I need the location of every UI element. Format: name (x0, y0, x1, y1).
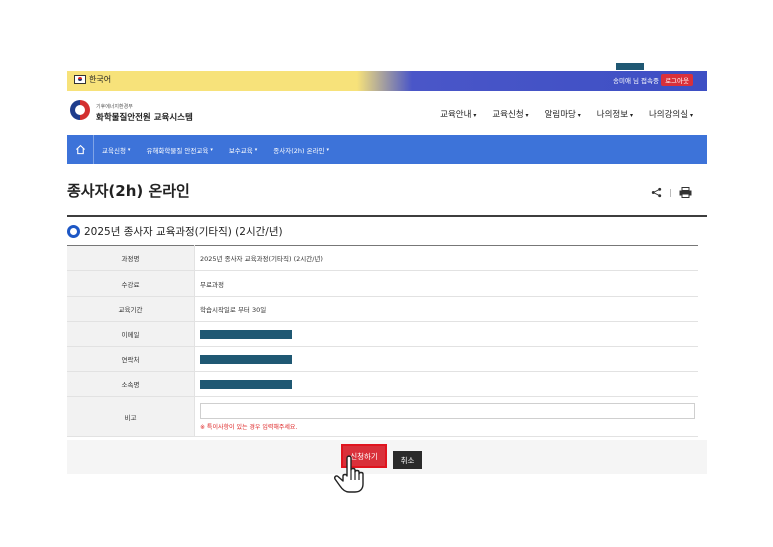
course-heading-text: 2025년 종사자 교육과정(기타직) (2시간/년) (84, 226, 283, 238)
course-heading: 2025년 종사자 교육과정(기타직) (2시간/년) (67, 224, 283, 239)
language-selector[interactable]: 한국어 (74, 74, 111, 85)
phone-label: 연락처 (67, 346, 195, 372)
home-icon[interactable] (67, 135, 94, 164)
phone-field[interactable] (200, 354, 292, 364)
korean-flag-icon (74, 75, 86, 84)
note-label: 비고 (67, 396, 195, 437)
tools-divider (670, 188, 671, 197)
fee-label: 수강료 (67, 270, 195, 297)
cancel-button[interactable]: 취소 (393, 451, 422, 469)
breadcrumb-item-worker-online[interactable]: 종사자(2h) 온라인 (265, 135, 337, 164)
main-nav: 교육안내 교육신청 알림마당 나의정보 나의강의실 (440, 108, 693, 120)
email-field[interactable] (200, 329, 292, 339)
nav-item-notice[interactable]: 알림마당 (545, 108, 581, 120)
form-row-email: 이메일 (67, 321, 698, 347)
organization-label: 소속명 (67, 371, 195, 397)
nav-item-education-apply[interactable]: 교육신청 (492, 108, 528, 120)
form-row-period: 교육기간 학습시작일로 부터 30일 (67, 296, 698, 322)
site-name[interactable]: 화학물질안전원 교육시스템 (96, 111, 193, 123)
page-tools (651, 183, 692, 202)
period-label: 교육기간 (67, 296, 195, 322)
share-icon[interactable] (651, 183, 662, 202)
language-label: 한국어 (89, 75, 112, 84)
nav-item-my-classroom[interactable]: 나의강의실 (649, 108, 693, 120)
top-bar: 한국어 송미애 님 접속중 로그아웃 (67, 71, 707, 91)
form-row-course: 과정명 2025년 종사자 교육과정(기타직) (2시간/년) (67, 245, 698, 271)
form-row-phone: 연락처 (67, 346, 698, 372)
note-input[interactable] (200, 402, 695, 419)
button-bar (67, 440, 707, 474)
ministry-name: 기후에너지환경부 (96, 104, 133, 110)
form-row-note: 비고 ※ 특이사항이 있는 경우 입력해주세요. (67, 396, 698, 437)
nav-item-my-info[interactable]: 나의정보 (597, 108, 633, 120)
fee-value: 무료과정 (194, 270, 698, 297)
title-divider (67, 215, 707, 217)
period-value: 학습시작일로 부터 30일 (194, 296, 698, 322)
breadcrumb: 교육신청 유해화학물질 안전교육 보수교육 종사자(2h) 온라인 (67, 135, 707, 164)
organization-field[interactable] (200, 379, 292, 389)
course-label: 과정명 (67, 245, 195, 271)
breadcrumb-item-apply[interactable]: 교육신청 (94, 135, 138, 164)
application-form: 과정명 2025년 종사자 교육과정(기타직) (2시간/년) 수강료 무료과정… (67, 245, 698, 437)
email-label: 이메일 (67, 321, 195, 347)
note-help-text: ※ 특이사항이 있는 경우 입력해주세요. (200, 423, 298, 431)
user-info: 송미애 님 접속중 (613, 77, 659, 85)
government-logo-icon (70, 100, 90, 120)
breadcrumb-item-refresher[interactable]: 보수교육 (221, 135, 265, 164)
form-row-fee: 수강료 무료과정 (67, 270, 698, 297)
redacted-block (616, 63, 644, 70)
breadcrumb-item-hazardous[interactable]: 유해화학물질 안전교육 (138, 135, 220, 164)
print-icon[interactable] (679, 183, 692, 202)
site-header: 기후에너지환경부 화학물질안전원 교육시스템 교육안내 교육신청 알림마당 나의… (67, 92, 707, 134)
bullet-ring-icon (67, 225, 80, 238)
page-title: 종사자(2h) 온라인 (67, 182, 190, 200)
pointer-hand-icon (334, 455, 364, 493)
course-value: 2025년 종사자 교육과정(기타직) (2시간/년) (194, 245, 698, 271)
nav-item-education-info[interactable]: 교육안내 (440, 108, 476, 120)
form-row-organization: 소속명 (67, 371, 698, 397)
logout-button[interactable]: 로그아웃 (661, 74, 693, 86)
